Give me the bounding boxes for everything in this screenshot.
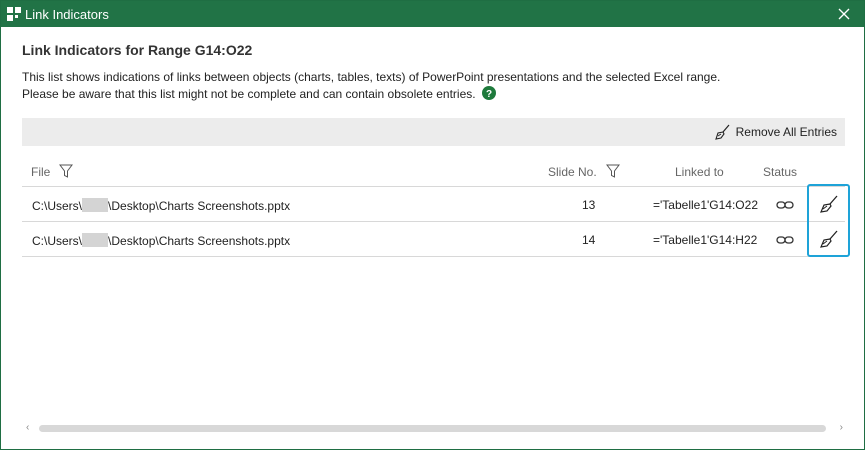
column-header-file[interactable]: File [31,165,50,179]
chevron-right-icon[interactable]: › [840,422,843,433]
scrollbar-thumb[interactable] [39,425,826,432]
link-icon[interactable] [776,200,794,210]
link-icon[interactable] [776,235,794,245]
remove-all-entries-label: Remove All Entries [735,125,837,139]
column-header-status: Status [763,165,798,179]
column-header-linked-to: Linked to [675,165,724,179]
title-bar: Link Indicators [1,1,864,27]
column-header-slide-no[interactable]: Slide No. [548,165,597,179]
row-divider [22,221,845,222]
window-title: Link Indicators [25,7,109,22]
file-path-prefix: C:\Users\ [32,199,83,213]
description-line-1: This list shows indications of links bet… [22,70,721,84]
toolbar: Remove All Entries [22,118,845,146]
slide-filter-icon[interactable] [606,164,620,178]
header-divider [22,186,845,187]
linked-to-cell: ='Tabelle1'G14:H22 [653,233,758,247]
remove-all-entries-button[interactable]: Remove All Entries [714,123,837,141]
close-icon[interactable] [834,4,854,24]
file-path-suffix: \Desktop\Charts Screenshots.pptx [108,234,291,248]
horizontal-scrollbar[interactable]: ‹ › [22,421,845,435]
file-path-cell: C:\Users\ \Desktop\Charts Screenshots.ppt… [32,198,290,213]
page-title: Link Indicators for Range G14:O22 [22,42,253,58]
slide-number-cell: 13 [582,198,596,212]
description-line-2: Please be aware that this list might not… [22,87,476,101]
chevron-left-icon[interactable]: ‹ [26,422,29,433]
redacted-username [82,198,109,212]
slide-number-cell: 14 [582,233,596,247]
file-path-cell: C:\Users\ \Desktop\Charts Screenshots.ppt… [32,233,290,248]
svg-text:?: ? [486,89,492,100]
redacted-username [82,233,109,247]
help-icon[interactable]: ? [482,86,496,100]
link-indicators-dialog: Link Indicators Link Indicators for Rang… [0,0,865,450]
app-logo-icon [7,7,21,21]
broom-icon [714,124,730,140]
file-path-prefix: C:\Users\ [32,234,83,248]
file-filter-icon[interactable] [59,164,73,178]
linked-to-cell: ='Tabelle1'G14:O22 [653,198,758,212]
file-path-suffix: \Desktop\Charts Screenshots.pptx [108,199,291,213]
remove-column-highlight [807,184,850,257]
row-divider [22,256,845,257]
